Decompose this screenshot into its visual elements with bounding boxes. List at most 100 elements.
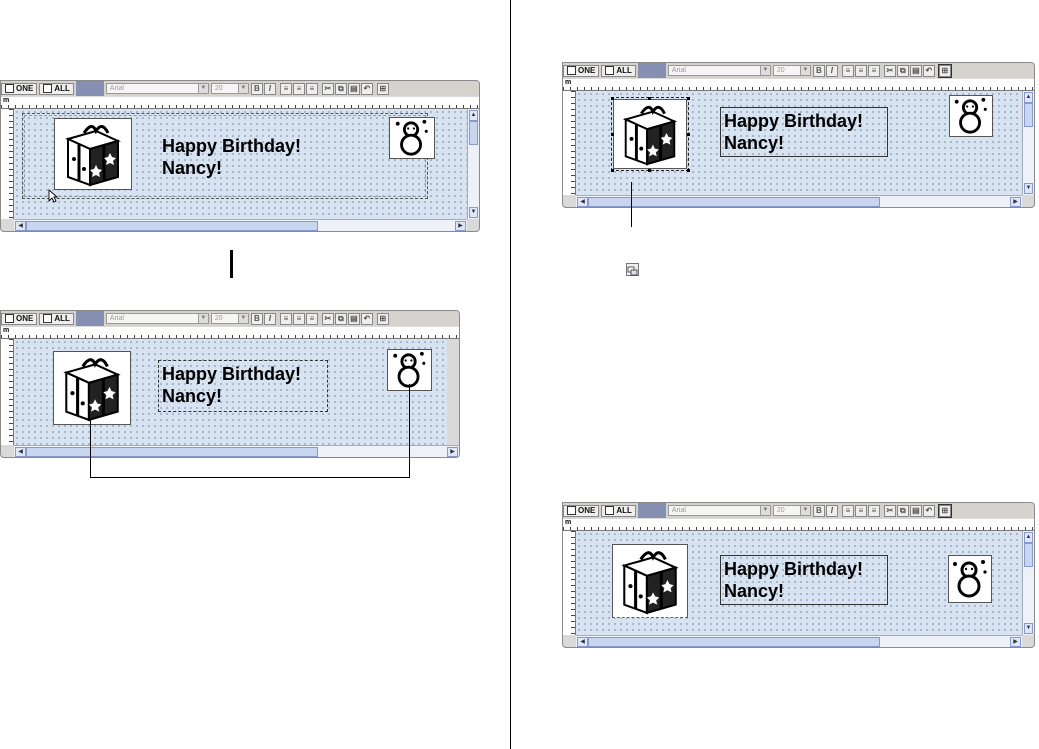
selection-handle[interactable] bbox=[687, 169, 690, 172]
align-center-button[interactable]: ≡ bbox=[854, 504, 867, 517]
greeting-text[interactable]: Happy Birthday! Nancy! bbox=[158, 360, 328, 412]
label-canvas[interactable]: Happy Birthday! Nancy! bbox=[576, 91, 1022, 195]
cut-button[interactable]: ✂ bbox=[321, 82, 334, 95]
scroll-left-icon[interactable]: ◀ bbox=[577, 637, 588, 647]
copy-button[interactable]: ⧉ bbox=[334, 312, 347, 325]
selection-handle[interactable] bbox=[648, 97, 651, 100]
bold-button[interactable]: B bbox=[812, 504, 825, 517]
arrange-objects-button[interactable]: ⊞ bbox=[937, 63, 952, 78]
one-mode-button[interactable]: ONE bbox=[1, 82, 38, 95]
italic-button[interactable]: I bbox=[263, 82, 276, 95]
all-mode-button[interactable]: ALL bbox=[601, 64, 636, 77]
undo-button[interactable]: ↶ bbox=[922, 504, 935, 517]
copy-button[interactable]: ⧉ bbox=[334, 82, 347, 95]
undo-button[interactable]: ↶ bbox=[922, 64, 935, 77]
paste-button[interactable]: ▤ bbox=[909, 64, 922, 77]
one-mode-button[interactable]: ONE bbox=[563, 504, 600, 517]
selection-handle[interactable] bbox=[687, 97, 690, 100]
paste-button[interactable]: ▤ bbox=[347, 82, 360, 95]
horizontal-scrollbar[interactable]: ◀ ▶ bbox=[14, 445, 459, 457]
one-mode-button[interactable]: ONE bbox=[563, 64, 600, 77]
vertical-scroll-thumb[interactable] bbox=[1024, 103, 1033, 127]
align-left-button[interactable]: ≡ bbox=[841, 504, 854, 517]
scroll-up-icon[interactable]: ▲ bbox=[1024, 532, 1033, 543]
bold-button[interactable]: B bbox=[812, 64, 825, 77]
paste-button[interactable]: ▤ bbox=[347, 312, 360, 325]
greeting-text[interactable]: Happy Birthday! Nancy! bbox=[159, 133, 304, 182]
vertical-scrollbar[interactable]: ▲ ▼ bbox=[1022, 91, 1034, 195]
horizontal-scrollbar[interactable]: ◀ ▶ bbox=[576, 635, 1022, 647]
all-mode-button[interactable]: ALL bbox=[39, 82, 74, 95]
snowman-image[interactable] bbox=[948, 555, 992, 603]
copy-button[interactable]: ⧉ bbox=[896, 64, 909, 77]
undo-button[interactable]: ↶ bbox=[360, 82, 373, 95]
greeting-text[interactable]: Happy Birthday! Nancy! bbox=[720, 107, 888, 157]
scroll-up-icon[interactable]: ▲ bbox=[469, 110, 478, 121]
label-canvas[interactable]: Happy Birthday! Nancy! bbox=[14, 109, 467, 219]
scroll-left-icon[interactable]: ◀ bbox=[577, 197, 588, 207]
arrange-objects-button[interactable]: ⊞ bbox=[376, 82, 389, 95]
scroll-left-icon[interactable]: ◀ bbox=[15, 447, 26, 457]
vertical-scroll-thumb[interactable] bbox=[469, 121, 478, 145]
gift-image[interactable] bbox=[53, 351, 131, 425]
selection-handle[interactable] bbox=[611, 169, 614, 172]
scroll-right-icon[interactable]: ▶ bbox=[455, 221, 466, 231]
one-mode-button[interactable]: ONE bbox=[1, 312, 38, 325]
scroll-up-icon[interactable]: ▲ bbox=[1024, 92, 1033, 103]
font-name-select[interactable]: Arial ▼ bbox=[105, 83, 209, 94]
arrange-objects-button[interactable]: ⊞ bbox=[376, 312, 389, 325]
selection-handle[interactable] bbox=[611, 97, 614, 100]
scroll-left-icon[interactable]: ◀ bbox=[15, 221, 26, 231]
cut-button[interactable]: ✂ bbox=[883, 504, 896, 517]
align-right-button[interactable]: ≡ bbox=[305, 312, 318, 325]
all-mode-button[interactable]: ALL bbox=[39, 312, 74, 325]
font-size-select[interactable]: 20 ▼ bbox=[210, 83, 249, 94]
scroll-right-icon[interactable]: ▶ bbox=[1010, 197, 1021, 207]
align-right-button[interactable]: ≡ bbox=[867, 504, 880, 517]
align-right-button[interactable]: ≡ bbox=[305, 82, 318, 95]
font-size-select[interactable]: 20 ▼ bbox=[210, 313, 249, 324]
label-canvas[interactable]: Happy Birthday! Nancy! bbox=[14, 339, 447, 445]
paste-button[interactable]: ▤ bbox=[909, 504, 922, 517]
bold-button[interactable]: B bbox=[250, 312, 263, 325]
scroll-down-icon[interactable]: ▼ bbox=[1024, 623, 1033, 634]
horizontal-scrollbar[interactable]: ◀ ▶ bbox=[576, 195, 1022, 207]
italic-button[interactable]: I bbox=[825, 64, 838, 77]
font-name-select[interactable]: Arial ▼ bbox=[667, 505, 771, 516]
font-size-select[interactable]: 20 ▼ bbox=[772, 505, 811, 516]
bold-button[interactable]: B bbox=[250, 82, 263, 95]
scroll-right-icon[interactable]: ▶ bbox=[1010, 637, 1021, 647]
copy-button[interactable]: ⧉ bbox=[896, 504, 909, 517]
arrange-objects-button[interactable]: ⊞ bbox=[937, 503, 952, 518]
selection-handle[interactable] bbox=[648, 169, 651, 172]
vertical-scroll-thumb[interactable] bbox=[1024, 543, 1033, 567]
align-center-button[interactable]: ≡ bbox=[292, 82, 305, 95]
align-center-button[interactable]: ≡ bbox=[292, 312, 305, 325]
undo-button[interactable]: ↶ bbox=[360, 312, 373, 325]
vertical-scrollbar[interactable]: ▲ ▼ bbox=[1022, 531, 1034, 635]
scroll-down-icon[interactable]: ▼ bbox=[1024, 183, 1033, 194]
gift-image[interactable] bbox=[611, 97, 689, 171]
align-left-button[interactable]: ≡ bbox=[841, 64, 854, 77]
font-size-select[interactable]: 20 ▼ bbox=[772, 65, 811, 76]
horizontal-scroll-thumb[interactable] bbox=[26, 447, 318, 457]
gift-image[interactable] bbox=[54, 118, 132, 190]
greeting-text[interactable]: Happy Birthday! Nancy! bbox=[720, 555, 888, 605]
horizontal-scroll-thumb[interactable] bbox=[588, 637, 880, 647]
selection-handle[interactable] bbox=[687, 133, 690, 136]
align-left-button[interactable]: ≡ bbox=[279, 82, 292, 95]
cut-button[interactable]: ✂ bbox=[321, 312, 334, 325]
scroll-down-icon[interactable]: ▼ bbox=[469, 207, 478, 218]
italic-button[interactable]: I bbox=[825, 504, 838, 517]
snowman-image[interactable] bbox=[389, 117, 435, 159]
vertical-scrollbar[interactable]: ▲ ▼ bbox=[467, 109, 479, 219]
cut-button[interactable]: ✂ bbox=[883, 64, 896, 77]
selection-handle[interactable] bbox=[611, 133, 614, 136]
snowman-image[interactable] bbox=[949, 95, 993, 137]
horizontal-scrollbar[interactable]: ◀ ▶ bbox=[14, 219, 467, 231]
italic-button[interactable]: I bbox=[263, 312, 276, 325]
label-canvas[interactable]: Happy Birthday! Nancy! bbox=[576, 531, 1022, 635]
align-center-button[interactable]: ≡ bbox=[854, 64, 867, 77]
align-right-button[interactable]: ≡ bbox=[867, 64, 880, 77]
font-name-select[interactable]: Arial ▼ bbox=[105, 313, 209, 324]
